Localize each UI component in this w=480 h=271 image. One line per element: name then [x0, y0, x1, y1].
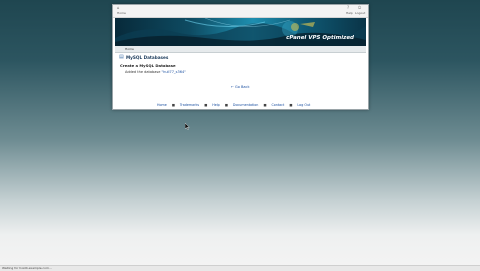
database-name: "hull77_s364" — [161, 70, 186, 74]
logout-link[interactable]: Logout — [355, 11, 365, 15]
go-back-link[interactable]: ← Go Back — [231, 85, 250, 90]
browser-window: ⌂ Home ? Help ⏻ Logout cPanel VPS Optimi… — [112, 4, 369, 110]
help-link[interactable]: Help — [346, 11, 353, 15]
page-title: MySQL Databases — [126, 55, 169, 60]
home-link[interactable]: Home — [117, 11, 126, 15]
footer-separator: ■ — [224, 103, 228, 107]
brand-logo-text: cPanel VPS Optimized — [286, 35, 354, 41]
database-icon: ▤ — [119, 54, 124, 60]
help-icon[interactable]: ? — [347, 6, 349, 10]
footer-separator: ■ — [263, 103, 267, 107]
status-bar-text: Waiting for host4.example.com... — [2, 266, 52, 270]
breadcrumb-bar: Home — [115, 46, 366, 53]
footer-separator: ■ — [204, 103, 208, 107]
status-message: Added the database "hull77_s364" — [125, 70, 186, 75]
footer-separator: ■ — [289, 103, 293, 107]
home-icon[interactable]: ⌂ — [117, 6, 120, 10]
message-prefix: Added the database — [125, 70, 161, 74]
breadcrumb-home[interactable]: Home — [125, 46, 134, 52]
footer-link-home[interactable]: Home — [157, 103, 167, 108]
footer-link-documentation[interactable]: Documentation — [233, 103, 258, 108]
top-toolbar: ⌂ Home ? Help ⏻ Logout — [113, 5, 368, 18]
footer-link-trademarks[interactable]: Trademarks — [180, 103, 199, 108]
browser-status-bar: Waiting for host4.example.com... — [0, 265, 480, 271]
footer-separator: ■ — [171, 103, 175, 107]
page-subheading: Create a MySQL Database — [120, 63, 176, 68]
footer-nav: Home ■ Trademarks ■ Help ■ Documentation… — [157, 103, 310, 108]
header-banner: cPanel VPS Optimized — [115, 18, 366, 46]
footer-link-contact[interactable]: Contact — [271, 103, 284, 108]
footer-link-logout[interactable]: Log Out — [297, 103, 310, 108]
banner-artwork — [115, 18, 366, 46]
mouse-cursor-icon — [185, 123, 190, 130]
footer-link-help[interactable]: Help — [212, 103, 220, 108]
logout-icon[interactable]: ⏻ — [358, 6, 361, 10]
